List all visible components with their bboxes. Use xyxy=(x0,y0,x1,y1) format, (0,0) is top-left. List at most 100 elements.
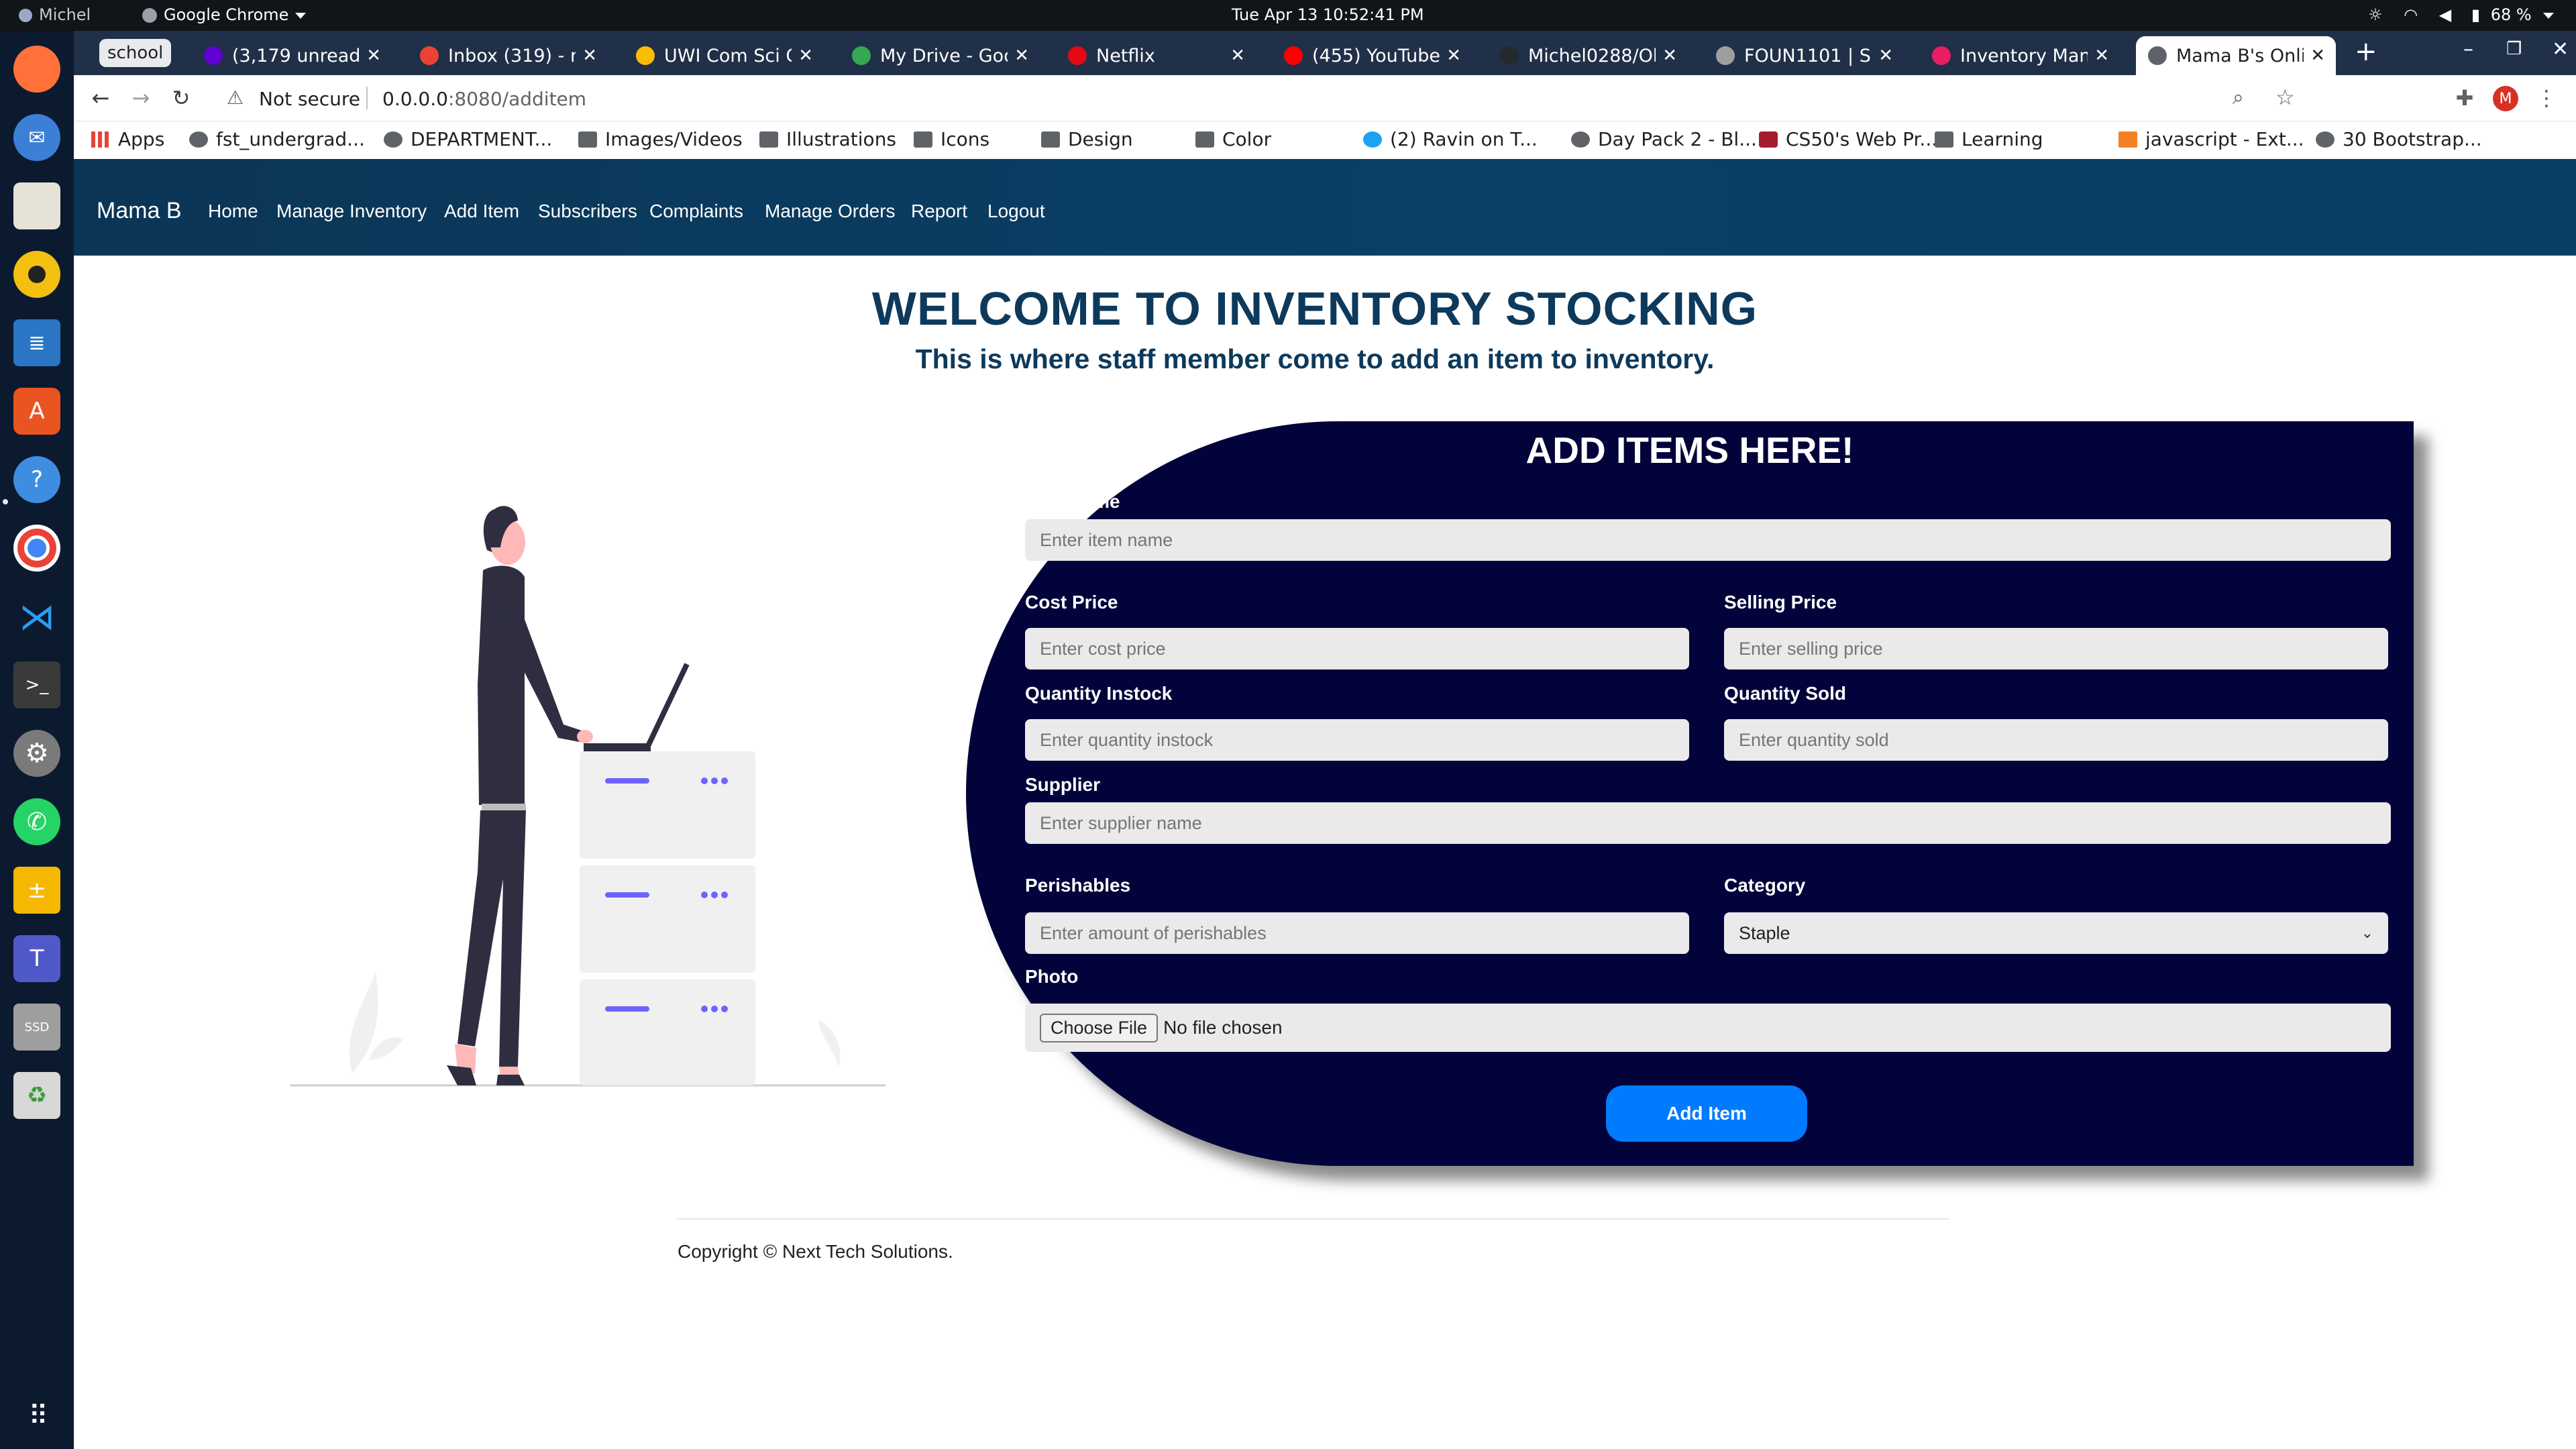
minimize-window-button[interactable]: – xyxy=(2463,38,2473,61)
warning-icon[interactable]: ⚠ xyxy=(227,87,244,109)
firefox-icon[interactable] xyxy=(13,46,60,93)
ssd-drive-icon[interactable]: SSD xyxy=(13,1004,60,1051)
selling-price-input[interactable] xyxy=(1724,628,2388,669)
bookmark-item[interactable]: Design xyxy=(1041,128,1133,150)
bookmark-item[interactable]: DEPARTMENT... xyxy=(384,128,552,150)
system-status-area[interactable]: ☼ ◠ ◀ ▮ 68 % xyxy=(2368,5,2555,24)
bookmark-item[interactable]: 30 Bootstrap... xyxy=(2316,128,2482,150)
nav-link-manage-orders[interactable]: Manage Orders xyxy=(765,201,896,222)
nav-link-add-item[interactable]: Add Item xyxy=(444,201,519,222)
whatsapp-icon[interactable]: ✆ xyxy=(13,798,60,845)
add-item-button[interactable]: Add Item xyxy=(1606,1085,1807,1142)
close-tab-icon[interactable]: ✕ xyxy=(1230,46,1245,66)
show-apps-icon[interactable]: ⠿ xyxy=(13,1393,60,1440)
close-tab-icon[interactable]: ✕ xyxy=(2310,46,2325,66)
supplier-input[interactable] xyxy=(1025,802,2391,844)
back-button[interactable]: ← xyxy=(86,83,115,113)
rhythmbox-icon[interactable] xyxy=(13,251,60,298)
bookmark-item[interactable]: Learning xyxy=(1935,128,2043,150)
bookmark-item[interactable]: CS50's Web Pr... xyxy=(1759,128,1937,150)
chrome-menu-icon[interactable]: ⋮ xyxy=(2532,83,2561,113)
bookmark-item[interactable]: Apps xyxy=(91,128,164,150)
quantity-instock-input[interactable] xyxy=(1025,719,1689,761)
nav-link-home[interactable]: Home xyxy=(208,201,258,222)
gmail-icon xyxy=(420,46,439,65)
close-tab-icon[interactable]: ✕ xyxy=(798,46,813,66)
user-menu[interactable]: Michel xyxy=(19,5,91,24)
security-status[interactable]: Not secure xyxy=(259,88,360,110)
help-icon[interactable]: ? xyxy=(13,456,60,503)
wifi-icon: ◠ xyxy=(2404,5,2418,24)
close-tab-icon[interactable]: ✕ xyxy=(1446,46,1461,66)
nav-link-manage-inventory[interactable]: Manage Inventory xyxy=(276,201,427,222)
url-text[interactable]: 0.0.0.0:8080/additem xyxy=(382,88,586,110)
browser-tab[interactable]: Inbox (319) - mi ✕ xyxy=(408,36,608,75)
bookmark-item[interactable]: Illustrations xyxy=(759,128,896,150)
quantity-sold-input[interactable] xyxy=(1724,719,2388,761)
perishables-input[interactable] xyxy=(1025,912,1689,954)
browser-tab[interactable]: (3,179 unread) ✕ xyxy=(192,36,392,75)
calculator-icon[interactable]: ± xyxy=(13,867,60,914)
bookmark-item[interactable]: fst_undergrad... xyxy=(189,128,365,150)
clock[interactable]: Tue Apr 13 10:52:41 PM xyxy=(1232,5,1424,24)
yahoo-mail-icon xyxy=(204,46,223,65)
new-tab-button[interactable]: + xyxy=(2355,36,2377,67)
tab-group-label[interactable]: school xyxy=(99,39,172,67)
app-menu[interactable]: Google Chrome xyxy=(142,5,307,24)
reload-button[interactable]: ↻ xyxy=(166,83,196,113)
bookmark-item[interactable]: javascript - Ext... xyxy=(2118,128,2304,150)
close-tab-icon[interactable]: ✕ xyxy=(582,46,597,66)
tab-strip: school (3,179 unread)✕ Inbox (319) - mi✕ U… xyxy=(74,31,2576,75)
software-center-icon[interactable]: A xyxy=(13,388,60,435)
libreoffice-writer-icon[interactable]: ≣ xyxy=(13,319,60,366)
close-tab-icon[interactable]: ✕ xyxy=(2094,46,2109,66)
bookmark-item[interactable]: Day Pack 2 - Bl... xyxy=(1571,128,1757,150)
bookmark-label: javascript - Ext... xyxy=(2145,128,2304,150)
terminal-icon[interactable]: >_ xyxy=(13,661,60,708)
close-tab-icon[interactable]: ✕ xyxy=(1662,46,1677,66)
browser-tab[interactable]: FOUN1101 | Sea ✕ xyxy=(1704,36,1904,75)
bookmark-item[interactable]: Images/Videos xyxy=(578,128,743,150)
bookmark-item[interactable]: (2) Ravin on T... xyxy=(1363,128,1538,150)
browser-tab[interactable]: Mama B's Online ✕ xyxy=(2136,36,2336,75)
files-icon[interactable] xyxy=(13,182,60,229)
browser-tab[interactable]: Inventory Mana ✕ xyxy=(1920,36,2120,75)
forward-button[interactable]: → xyxy=(126,83,156,113)
address-bar[interactable]: ⚠ Not secure 0.0.0.0:8080/additem ⌕ ☆ xyxy=(208,80,2469,115)
category-select[interactable]: Staple ⌄ xyxy=(1724,912,2388,954)
browser-tab[interactable]: UWI Com Sci Cou ✕ xyxy=(624,36,824,75)
thunderbird-icon[interactable]: ✉ xyxy=(13,114,60,161)
restore-window-button[interactable]: ❐ xyxy=(2506,39,2522,59)
choose-file-button[interactable]: Choose File xyxy=(1040,1013,1159,1042)
drawer-2-handle xyxy=(605,892,649,898)
close-tab-icon[interactable]: ✕ xyxy=(366,46,381,66)
trash-icon[interactable]: ♻ xyxy=(13,1072,60,1119)
settings-icon[interactable]: ⚙ xyxy=(13,730,60,777)
nav-link-report[interactable]: Report xyxy=(911,201,967,222)
close-tab-icon[interactable]: ✕ xyxy=(1878,46,1893,66)
tab-title: (455) YouTube xyxy=(1312,45,1440,66)
bookmark-star-icon[interactable]: ☆ xyxy=(2275,85,2295,110)
browser-tab[interactable]: (455) YouTube ✕ xyxy=(1272,36,1472,75)
cost-price-input[interactable] xyxy=(1025,628,1689,669)
bookmark-item[interactable]: Color xyxy=(1195,128,1271,150)
photo-file-input[interactable]: Choose File No file chosen xyxy=(1025,1004,2391,1052)
zoom-search-icon[interactable]: ⌕ xyxy=(2233,86,2244,109)
profile-avatar[interactable]: M xyxy=(2493,86,2518,111)
vscode-icon[interactable]: ⋊ xyxy=(13,593,60,640)
item-name-input[interactable] xyxy=(1025,519,2391,561)
site-brand[interactable]: Mama B xyxy=(97,198,182,224)
nav-link-subscribers[interactable]: Subscribers xyxy=(538,201,637,222)
twitter-icon xyxy=(1363,131,1382,148)
browser-tab[interactable]: Netflix ✕ xyxy=(1056,36,1256,75)
browser-tab[interactable]: Michel0288/Ob ✕ xyxy=(1488,36,1688,75)
close-window-button[interactable]: ✕ xyxy=(2552,38,2569,61)
chrome-icon[interactable] xyxy=(13,525,60,572)
close-tab-icon[interactable]: ✕ xyxy=(1014,46,1029,66)
nav-link-logout[interactable]: Logout xyxy=(987,201,1045,222)
teams-icon[interactable]: T xyxy=(13,935,60,982)
bookmark-item[interactable]: Icons xyxy=(914,128,989,150)
nav-link-complaints[interactable]: Complaints xyxy=(649,201,743,222)
extensions-puzzle-icon[interactable]: ✚ xyxy=(2450,83,2479,113)
browser-tab[interactable]: My Drive - Goog ✕ xyxy=(840,36,1040,75)
